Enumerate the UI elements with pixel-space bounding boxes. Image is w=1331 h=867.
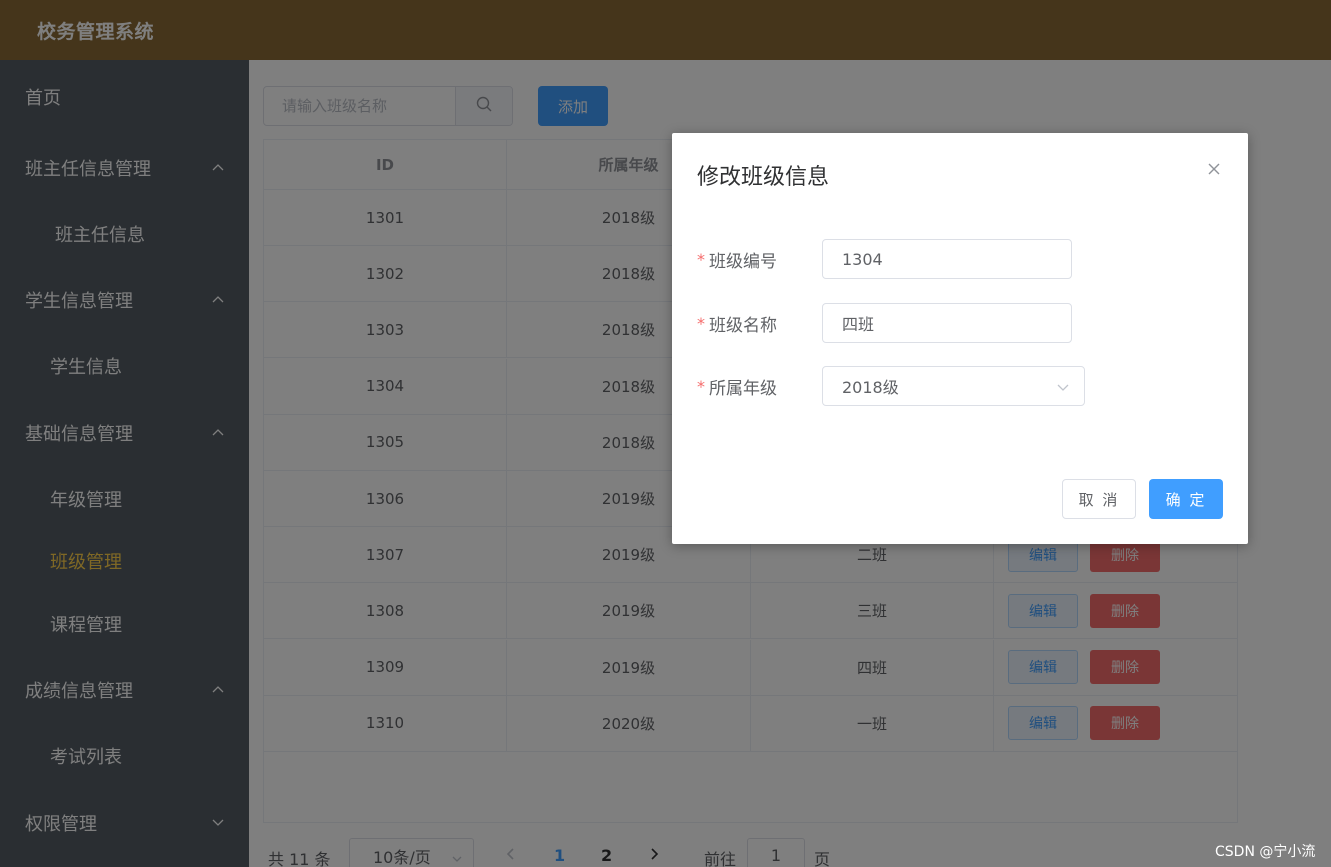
confirm-button[interactable]: 确 定 [1149,479,1223,519]
field-label: 班级编号 [709,251,777,272]
watermark: CSDN @宁小流 [1215,844,1316,860]
class-name-input[interactable]: 四班 [822,303,1072,343]
field-label: 班级名称 [709,315,777,336]
required-mark: * [697,249,705,269]
required-mark: * [697,376,705,396]
grade-select[interactable]: 2018级 [822,366,1085,406]
form-row-class-id: * 班级编号 1304 [697,239,1237,279]
form-row-class-name: * 班级名称 四班 [697,303,1237,343]
dialog-title: 修改班级信息 [697,165,830,190]
grade-select-value: 2018级 [842,378,899,397]
class-id-input[interactable]: 1304 [822,239,1072,279]
field-label: 所属年级 [709,378,777,399]
chevron-down-icon [1056,380,1070,399]
close-icon[interactable] [1206,161,1222,177]
form-row-grade: * 所属年级 2018级 [697,366,1237,406]
cancel-button[interactable]: 取 消 [1062,479,1136,519]
required-mark: * [697,313,705,333]
edit-class-dialog: 修改班级信息 * 班级编号 1304 * 班级名称 四班 * 所属年级 2018… [672,133,1248,544]
